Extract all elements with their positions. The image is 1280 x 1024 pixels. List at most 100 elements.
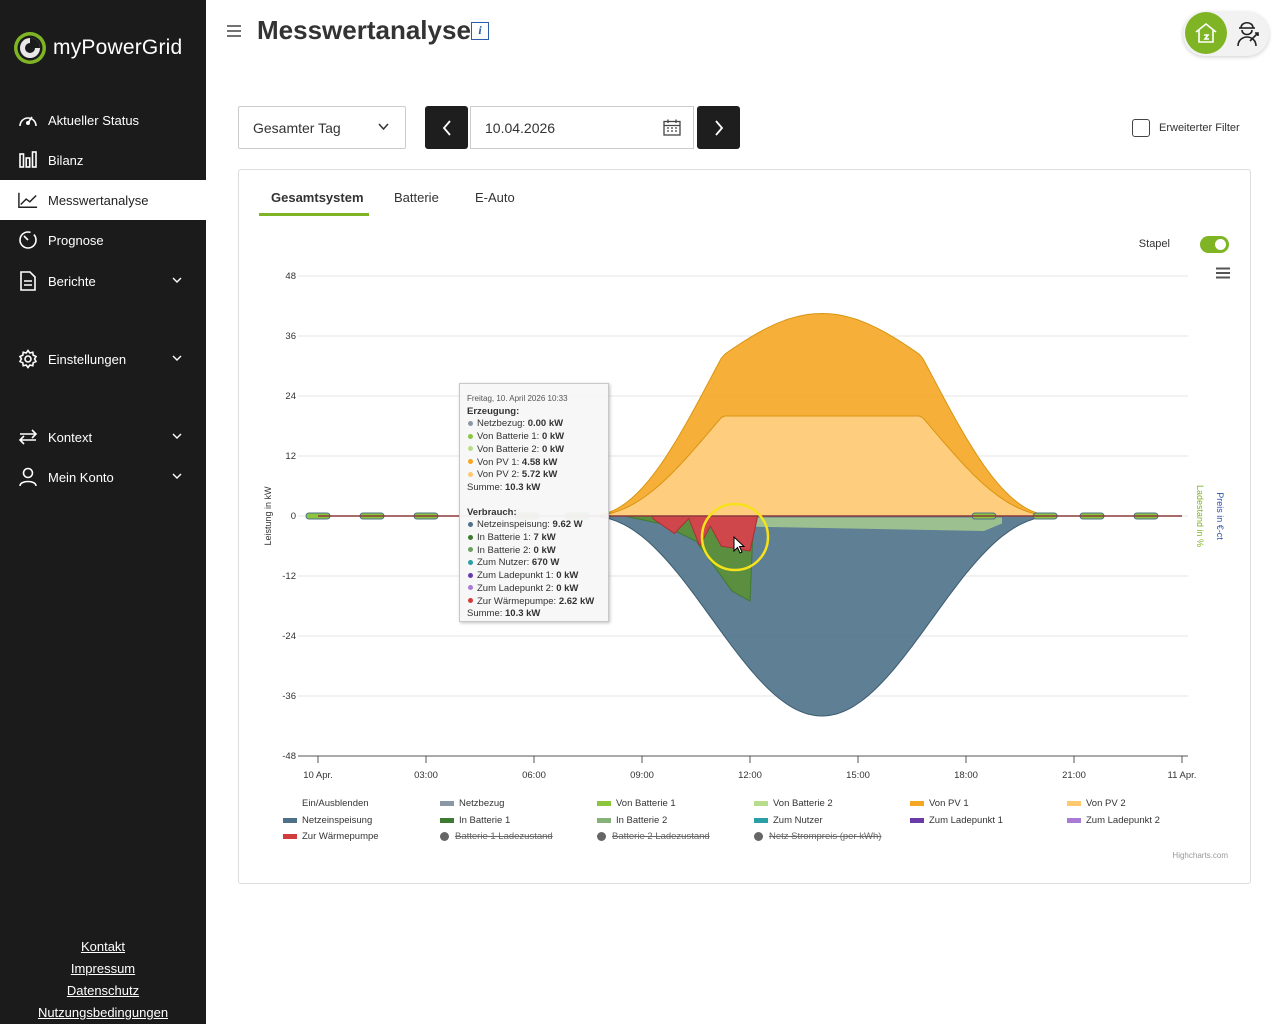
link-nutzungsbedingungen[interactable]: Nutzungsbedingungen [0, 1002, 206, 1024]
next-day-button[interactable] [697, 106, 740, 149]
y-tick-label: 24 [285, 391, 296, 402]
date-input-value: 10.04.2026 [485, 120, 556, 136]
y-tick-label: 0 [291, 511, 296, 522]
legend-item[interactable]: Netz Strompreis (per kWh) [754, 831, 881, 842]
legend-swatch [910, 818, 924, 823]
sum-label: Summe: [467, 481, 503, 493]
y-tick-label: -36 [282, 691, 296, 702]
y-axis-title: Leistung in kW [263, 486, 273, 546]
legend-swatch [910, 801, 924, 806]
app-name: myPowerGrid [53, 36, 183, 59]
legend-item[interactable]: Zur Wärmepumpe [283, 831, 379, 842]
chevron-right-icon [714, 119, 723, 136]
sidebar-item-prognose[interactable]: Prognose [0, 220, 206, 260]
tooltip-row: In Batterie 2: 0 kW [467, 545, 601, 558]
legend-label: Von PV 2 [1086, 798, 1126, 809]
clock-icon [18, 230, 38, 250]
series-area-von-pv-2 [588, 416, 1056, 516]
extended-filter[interactable]: Erweiterter Filter [1132, 119, 1240, 137]
date-input[interactable]: 10.04.2026 [470, 106, 694, 149]
user-icon [18, 467, 38, 487]
tooltip-label: Zum Ladepunkt 1: [477, 570, 557, 582]
sidebar-item-einstellungen[interactable]: Einstellungen [0, 339, 206, 379]
link-impressum[interactable]: Impressum [0, 958, 206, 980]
link-datenschutz[interactable]: Datenschutz [0, 980, 206, 1002]
legend-item[interactable]: Batterie 1 Ladezustand [440, 831, 553, 842]
legend-item[interactable]: Zum Ladepunkt 1 [910, 815, 1003, 826]
legend-item[interactable]: In Batterie 1 [440, 815, 510, 826]
sidebar-item-mein-konto[interactable]: Mein Konto [0, 457, 206, 497]
chart-credits[interactable]: Highcharts.com [1172, 851, 1228, 860]
x-tick-label: 15:00 [846, 770, 870, 781]
legend-swatch [754, 801, 768, 806]
extended-filter-label: Erweiterter Filter [1159, 122, 1240, 134]
legend-item[interactable]: In Batterie 2 [597, 815, 667, 826]
chevron-down-icon [172, 473, 182, 479]
series-dot [468, 572, 473, 578]
legend-label: In Batterie 1 [459, 815, 511, 826]
series-dot [468, 534, 473, 540]
tooltip-label: In Batterie 2: [477, 544, 534, 556]
prev-day-button[interactable] [425, 106, 468, 149]
legend-item[interactable]: Batterie 2 Ladezustand [597, 831, 710, 842]
chevron-down-icon [172, 355, 182, 361]
sidebar-item-berichte[interactable]: Berichte [0, 261, 206, 301]
legend-swatch [1067, 818, 1081, 823]
sidebar-item-aktueller-status[interactable]: Aktueller Status [0, 100, 206, 140]
sidebar-item-label: Aktueller Status [48, 112, 140, 128]
sidebar-item-bilanz[interactable]: Bilanz [0, 140, 206, 180]
series-dot [468, 446, 473, 452]
tooltip-value: 0 kW [541, 443, 565, 455]
tooltip-datetime: Freitag, 10. April 2026 10:33 [467, 394, 568, 403]
legend-item[interactable]: Netzeinspeisung [283, 815, 372, 826]
tooltip-label: Zum Ladepunkt 2: [477, 582, 557, 594]
sidebar-item-messwertanalyse[interactable]: Messwertanalyse [0, 180, 206, 220]
chart-card: Gesamtsystem Batterie E-Auto Stapel 48 36… [238, 169, 1251, 884]
sum-value: 10.3 kW [505, 481, 541, 493]
extended-filter-checkbox[interactable] [1132, 119, 1150, 137]
legend-item[interactable]: Von Batterie 2 [754, 798, 833, 809]
legend-swatch [597, 801, 611, 806]
chart-plot[interactable]: 48 36 24 12 0 -12 -24 -36 -48 10 Apr. 03:00 06:00 09… [239, 170, 1250, 883]
sidebar: myPowerGrid Aktueller Status Bilanz Mess… [0, 0, 206, 1024]
legend-label: In Batterie 2 [616, 815, 668, 826]
tooltip-label: Zur Wärmepumpe: [477, 595, 559, 607]
tooltip-label: Von Batterie 1: [477, 431, 542, 443]
sidebar-item-kontext[interactable]: Kontext [0, 417, 206, 457]
swap-icon [18, 427, 38, 447]
calendar-icon[interactable] [663, 119, 681, 136]
legend-label: Zur Wärmepumpe [302, 831, 379, 842]
tooltip-row: Zur Wärmepumpe: 2.62 kW [467, 596, 601, 609]
legend-swatch [283, 818, 297, 823]
sum-label: Summe: [467, 608, 503, 620]
series-dot [468, 471, 473, 477]
tooltip-use-header: Verbrauch: [467, 506, 517, 518]
sidebar-item-label: Prognose [48, 232, 104, 248]
legend-item[interactable]: Von PV 2 [1067, 798, 1126, 809]
range-select[interactable]: Gesamter Tag [238, 106, 406, 149]
gauge-icon [18, 110, 38, 130]
home-button[interactable] [1185, 12, 1227, 54]
tooltip-label: Von PV 2: [477, 469, 522, 481]
menu-toggle-icon[interactable] [226, 24, 242, 38]
legend-item[interactable]: Zum Nutzer [754, 815, 823, 826]
legend-toggle-all[interactable]: Ein/Ausblenden [302, 798, 369, 809]
y-tick-label: 12 [285, 451, 296, 462]
x-tick-label: 11 Apr. [1168, 770, 1197, 781]
info-icon[interactable]: i [471, 22, 489, 40]
chevron-down-icon [172, 277, 182, 283]
line-chart-icon [18, 190, 38, 210]
app-logo[interactable]: myPowerGrid [13, 31, 182, 65]
legend-item[interactable]: Zum Ladepunkt 2 [1067, 815, 1160, 826]
tooltip-gen-header: Erzeugung: [467, 405, 520, 417]
tooltip-row: Zum Ladepunkt 1: 0 kW [467, 570, 601, 583]
installer-button[interactable] [1232, 16, 1264, 50]
series-dot [468, 521, 473, 527]
link-kontakt[interactable]: Kontakt [0, 936, 206, 958]
legend-item[interactable]: Netzbezug [440, 798, 504, 809]
chart-tooltip: Freitag, 10. April 2026 10:33 Erzeugung:… [459, 383, 609, 622]
legend-item[interactable]: Von PV 1 [910, 798, 969, 809]
legend-label: Von PV 1 [929, 798, 969, 809]
legend-item[interactable]: Von Batterie 1 [597, 798, 676, 809]
tooltip-label: Zum Nutzer: [477, 557, 532, 569]
